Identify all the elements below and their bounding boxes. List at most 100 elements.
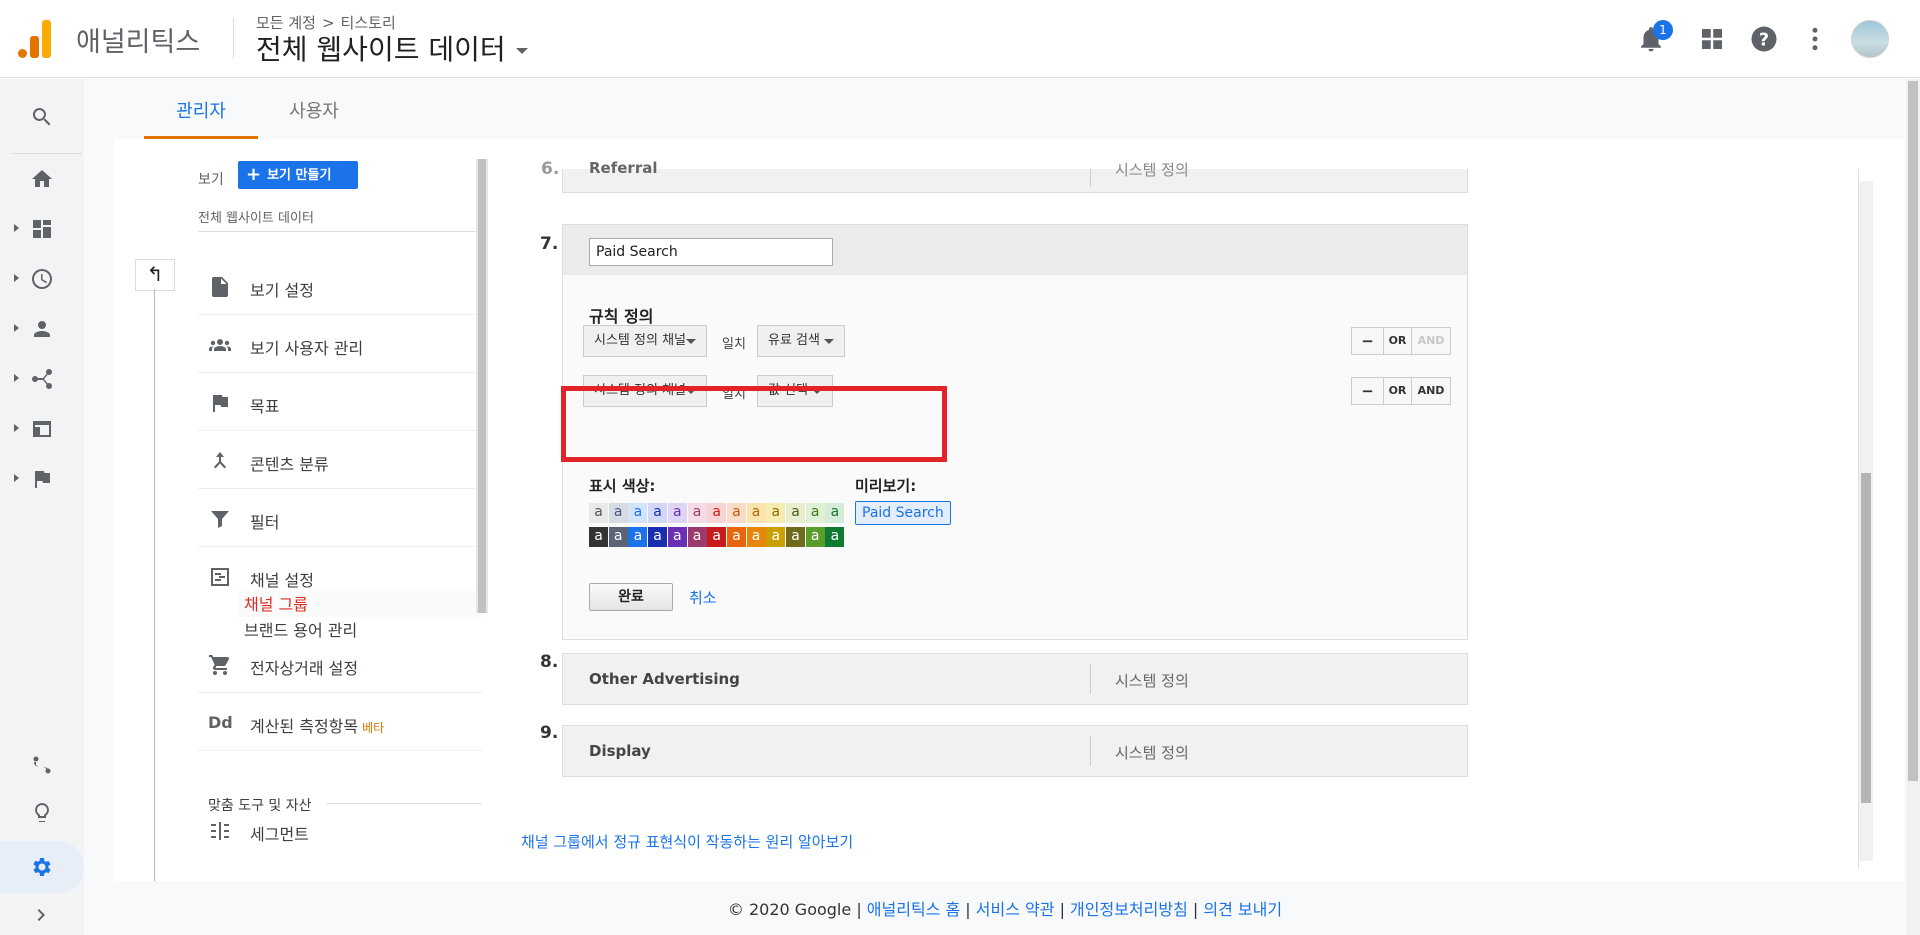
color-swatch-light[interactable]: a (825, 503, 845, 523)
preview-chip: Paid Search (855, 501, 951, 525)
color-swatch-light[interactable]: a (766, 503, 786, 523)
footer-link-privacy[interactable]: 개인정보처리방침 (1070, 900, 1188, 919)
group-row-display[interactable]: Display 시스템 정의 (562, 725, 1468, 777)
view-column-scrollbar[interactable] (476, 159, 488, 613)
back-arrow-icon[interactable]: ↰ (135, 259, 175, 291)
color-swatch-light[interactable]: a (667, 503, 687, 523)
admin-panel: 보기 + 보기 만들기 전체 웹사이트 데이터 ↰ 보기 설정 보기 사용자 관리… (114, 139, 1904, 881)
attribution-nav[interactable] (0, 745, 84, 785)
divider (198, 231, 482, 232)
submenu-channel-grouping[interactable]: 채널 그룹 (238, 591, 482, 617)
left-nav-rail (0, 79, 84, 935)
expand-arrow-icon (14, 374, 19, 382)
menu-view-user-management[interactable]: 보기 사용자 관리 (198, 315, 482, 373)
color-swatch-dark[interactable]: a (805, 527, 825, 547)
menu-goals[interactable]: 목표 (198, 373, 482, 431)
rule-definition-title: 규칙 정의 (589, 307, 654, 326)
beta-badge: 베타 (362, 721, 385, 735)
color-swatch-light[interactable]: a (726, 503, 746, 523)
color-swatch-dark[interactable]: a (746, 527, 766, 547)
cancel-link[interactable]: 취소 (689, 587, 717, 608)
chevron-down-icon (686, 339, 696, 344)
acquisition-nav[interactable] (0, 359, 84, 399)
color-swatch-dark[interactable]: a (786, 527, 805, 547)
menu-content-grouping[interactable]: 콘텐츠 분류 (198, 431, 482, 489)
color-swatch-dark[interactable]: a (687, 527, 707, 547)
home-nav[interactable] (0, 159, 84, 199)
menu-ecommerce-settings[interactable]: 전자상거래 설정 (198, 635, 482, 693)
scrollbar-thumb[interactable] (1861, 473, 1871, 803)
analytics-logo-icon[interactable] (18, 20, 52, 58)
annotation-highlight-box (561, 386, 947, 462)
group-row-referral[interactable]: 6. Referral 시스템 정의 (541, 159, 1468, 193)
scrollbar-thumb[interactable] (1908, 81, 1918, 781)
remove-rule-button[interactable]: − (1352, 378, 1384, 404)
create-view-button[interactable]: + 보기 만들기 (238, 161, 358, 189)
customization-nav[interactable] (0, 209, 84, 249)
header-divider (233, 18, 234, 58)
menu-filters[interactable]: 필터 (198, 489, 482, 547)
footer-link-terms[interactable]: 서비스 약관 (976, 900, 1055, 919)
conversions-nav[interactable] (0, 459, 84, 499)
learn-regex-link[interactable]: 채널 그룹에서 정규 표현식이 작동하는 원리 알아보기 (521, 831, 853, 852)
group-name-input[interactable] (589, 238, 833, 266)
audience-nav[interactable] (0, 309, 84, 349)
group-row-other-advertising[interactable]: Other Advertising 시스템 정의 (562, 653, 1468, 705)
color-swatch-light[interactable]: a (786, 503, 805, 523)
expand-arrow-icon (14, 474, 19, 482)
done-button[interactable]: 완료 (589, 583, 673, 611)
color-swatch-light[interactable]: a (648, 503, 668, 523)
group-name: Other Advertising (589, 670, 740, 688)
menu-view-settings[interactable]: 보기 설정 (198, 257, 482, 315)
color-swatch-dark[interactable]: a (667, 527, 687, 547)
footer-link-home[interactable]: 애널리틱스 홈 (867, 900, 960, 919)
color-swatch-dark[interactable]: a (589, 527, 608, 547)
color-swatch-light[interactable]: a (707, 503, 727, 523)
color-swatch-light[interactable]: a (589, 503, 608, 523)
remove-rule-button[interactable]: − (1352, 328, 1384, 354)
color-swatch-dark[interactable]: a (608, 527, 628, 547)
editor-scrollbar[interactable] (1859, 181, 1873, 861)
group-number: 7. (540, 234, 559, 254)
page-scrollbar[interactable] (1906, 79, 1920, 935)
account-avatar[interactable] (1851, 20, 1889, 58)
add-or-button[interactable]: OR (1384, 328, 1412, 354)
footer-link-feedback[interactable]: 의견 보내기 (1203, 900, 1282, 919)
view-selector[interactable]: 전체 웹사이트 데이터 (256, 28, 528, 68)
behavior-nav[interactable] (0, 409, 84, 449)
color-swatch-dark[interactable]: a (707, 527, 727, 547)
color-swatch-light[interactable]: a (687, 503, 707, 523)
discover-nav[interactable] (0, 793, 84, 833)
color-swatch-dark[interactable]: a (628, 527, 648, 547)
group-name: Referral (589, 159, 658, 177)
content-grouping-icon (214, 452, 226, 469)
value-dropdown[interactable]: 유료 검색 (757, 325, 845, 357)
color-swatch-light[interactable]: a (608, 503, 628, 523)
menu-segments[interactable]: 세그먼트 (198, 801, 482, 859)
dimension-dropdown[interactable]: 시스템 정의 채널 (583, 325, 707, 357)
color-swatch-dark[interactable]: a (648, 527, 668, 547)
filter-icon (211, 511, 229, 528)
admin-nav[interactable] (0, 841, 84, 893)
group-type: 시스템 정의 (1115, 744, 1189, 762)
tab-admin[interactable]: 관리자 (144, 97, 258, 139)
color-swatch-dark[interactable]: a (825, 527, 845, 547)
menu-calculated-metrics[interactable]: Dd 계산된 측정항목 베타 (198, 693, 482, 751)
color-swatch-dark[interactable]: a (726, 527, 746, 547)
apps-grid-icon[interactable] (1697, 24, 1727, 54)
attribution-icon (33, 756, 51, 774)
add-and-button[interactable]: AND (1412, 378, 1450, 404)
tab-user[interactable]: 사용자 (254, 97, 374, 139)
color-swatch-dark[interactable]: a (766, 527, 786, 547)
channel-settings-icon (211, 568, 229, 586)
more-vert-icon[interactable] (1800, 24, 1830, 54)
color-swatch-light[interactable]: a (805, 503, 825, 523)
search-nav[interactable] (0, 97, 84, 137)
help-icon[interactable]: ? (1749, 24, 1779, 54)
scrollbar-thumb[interactable] (478, 159, 486, 613)
color-swatch-light[interactable]: a (628, 503, 648, 523)
color-swatch-light[interactable]: a (746, 503, 766, 523)
add-or-button[interactable]: OR (1384, 378, 1412, 404)
realtime-nav[interactable] (0, 259, 84, 299)
view-name[interactable]: 전체 웹사이트 데이터 (198, 207, 314, 226)
